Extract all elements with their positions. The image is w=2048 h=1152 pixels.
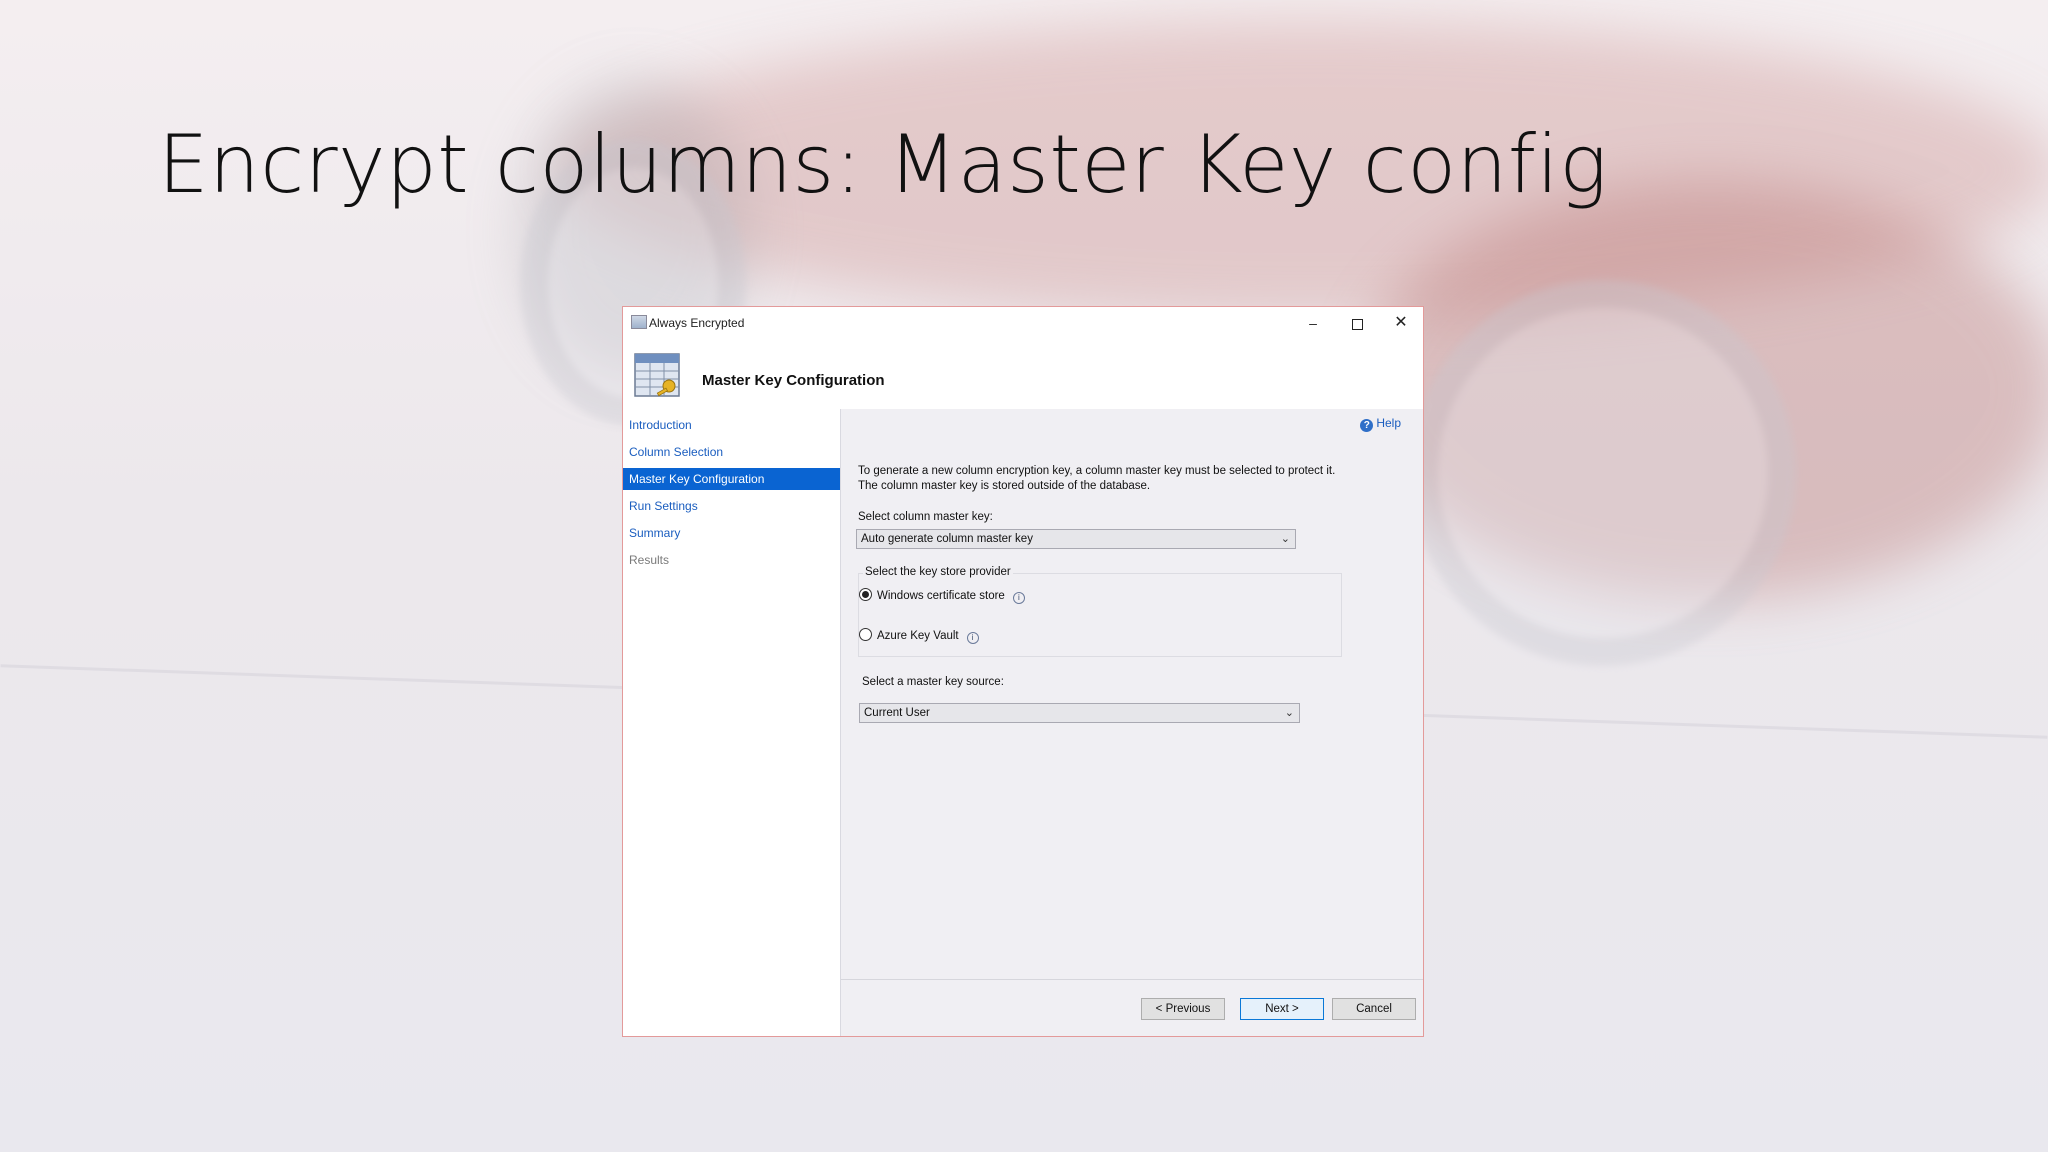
sidebar-item-column-selection[interactable]: Column Selection	[623, 441, 840, 463]
radio-windows-certificate-store[interactable]	[859, 588, 872, 601]
master-key-source-value: Current User	[864, 707, 930, 719]
sidebar-item-results: Results	[629, 553, 670, 567]
wizard-footer: < Previous Next > Cancel	[841, 979, 1423, 1036]
sidebar-item-run-settings[interactable]: Run Settings	[623, 495, 840, 517]
radio-azure-key-vault[interactable]	[859, 628, 872, 641]
wizard-content: ? Help To generate a new column encryptio…	[841, 409, 1423, 980]
previous-button[interactable]: < Previous	[1141, 998, 1225, 1020]
wizard-sidebar: Introduction Column Selection Master Key…	[623, 409, 841, 1036]
info-icon[interactable]: i	[1012, 592, 1025, 604]
master-key-source-dropdown[interactable]: Current User ⌄	[859, 703, 1300, 723]
minimize-button[interactable]: –	[1291, 307, 1335, 339]
help-link[interactable]: ? Help	[1360, 416, 1401, 432]
master-key-icon	[634, 353, 680, 397]
slide-title: Encrypt columns: Master Key config	[158, 118, 1608, 211]
provider-windows-certificate-store[interactable]: Windows certificate store i	[859, 588, 1025, 604]
maximize-icon	[1351, 318, 1363, 330]
description-text: To generate a new column encryption key,…	[858, 465, 1336, 492]
provider-azure-key-vault[interactable]: Azure Key Vault i	[859, 628, 979, 644]
provider-label: Windows certificate store	[877, 590, 1005, 602]
master-key-source-label: Select a master key source:	[862, 676, 1004, 688]
key-store-provider-group: Select the key store provider Windows ce…	[858, 566, 1342, 657]
help-icon: ?	[1360, 419, 1374, 432]
sidebar-item-master-key-configuration[interactable]: Master Key Configuration	[623, 468, 840, 490]
cancel-button[interactable]: Cancel	[1332, 998, 1416, 1020]
maximize-button[interactable]	[1335, 307, 1379, 339]
minimize-icon: –	[1309, 315, 1317, 331]
chevron-down-icon: ⌄	[1284, 707, 1294, 719]
next-button[interactable]: Next >	[1240, 998, 1324, 1020]
master-key-value: Auto generate column master key	[861, 533, 1033, 545]
chevron-down-icon: ⌄	[1280, 533, 1290, 545]
title-bar[interactable]: Always Encrypted – ✕	[623, 307, 1423, 339]
close-icon: ✕	[1394, 314, 1408, 331]
wizard-header: Master Key Configuration	[623, 339, 1423, 409]
always-encrypted-dialog: Always Encrypted – ✕ Master Key Configur…	[622, 306, 1424, 1037]
page-heading: Master Key Configuration	[702, 372, 885, 389]
provider-label: Azure Key Vault	[877, 630, 959, 642]
help-label: Help	[1376, 416, 1401, 430]
info-icon[interactable]: i	[966, 632, 979, 644]
close-button[interactable]: ✕	[1379, 307, 1423, 339]
window-title: Always Encrypted	[649, 316, 745, 330]
master-key-dropdown[interactable]: Auto generate column master key ⌄	[856, 529, 1296, 549]
sidebar-item-introduction[interactable]: Introduction	[623, 414, 840, 436]
provider-group-label: Select the key store provider	[863, 566, 1013, 578]
select-master-key-label: Select column master key:	[858, 511, 993, 523]
sidebar-item-summary[interactable]: Summary	[623, 522, 840, 544]
window-app-icon	[631, 315, 647, 329]
